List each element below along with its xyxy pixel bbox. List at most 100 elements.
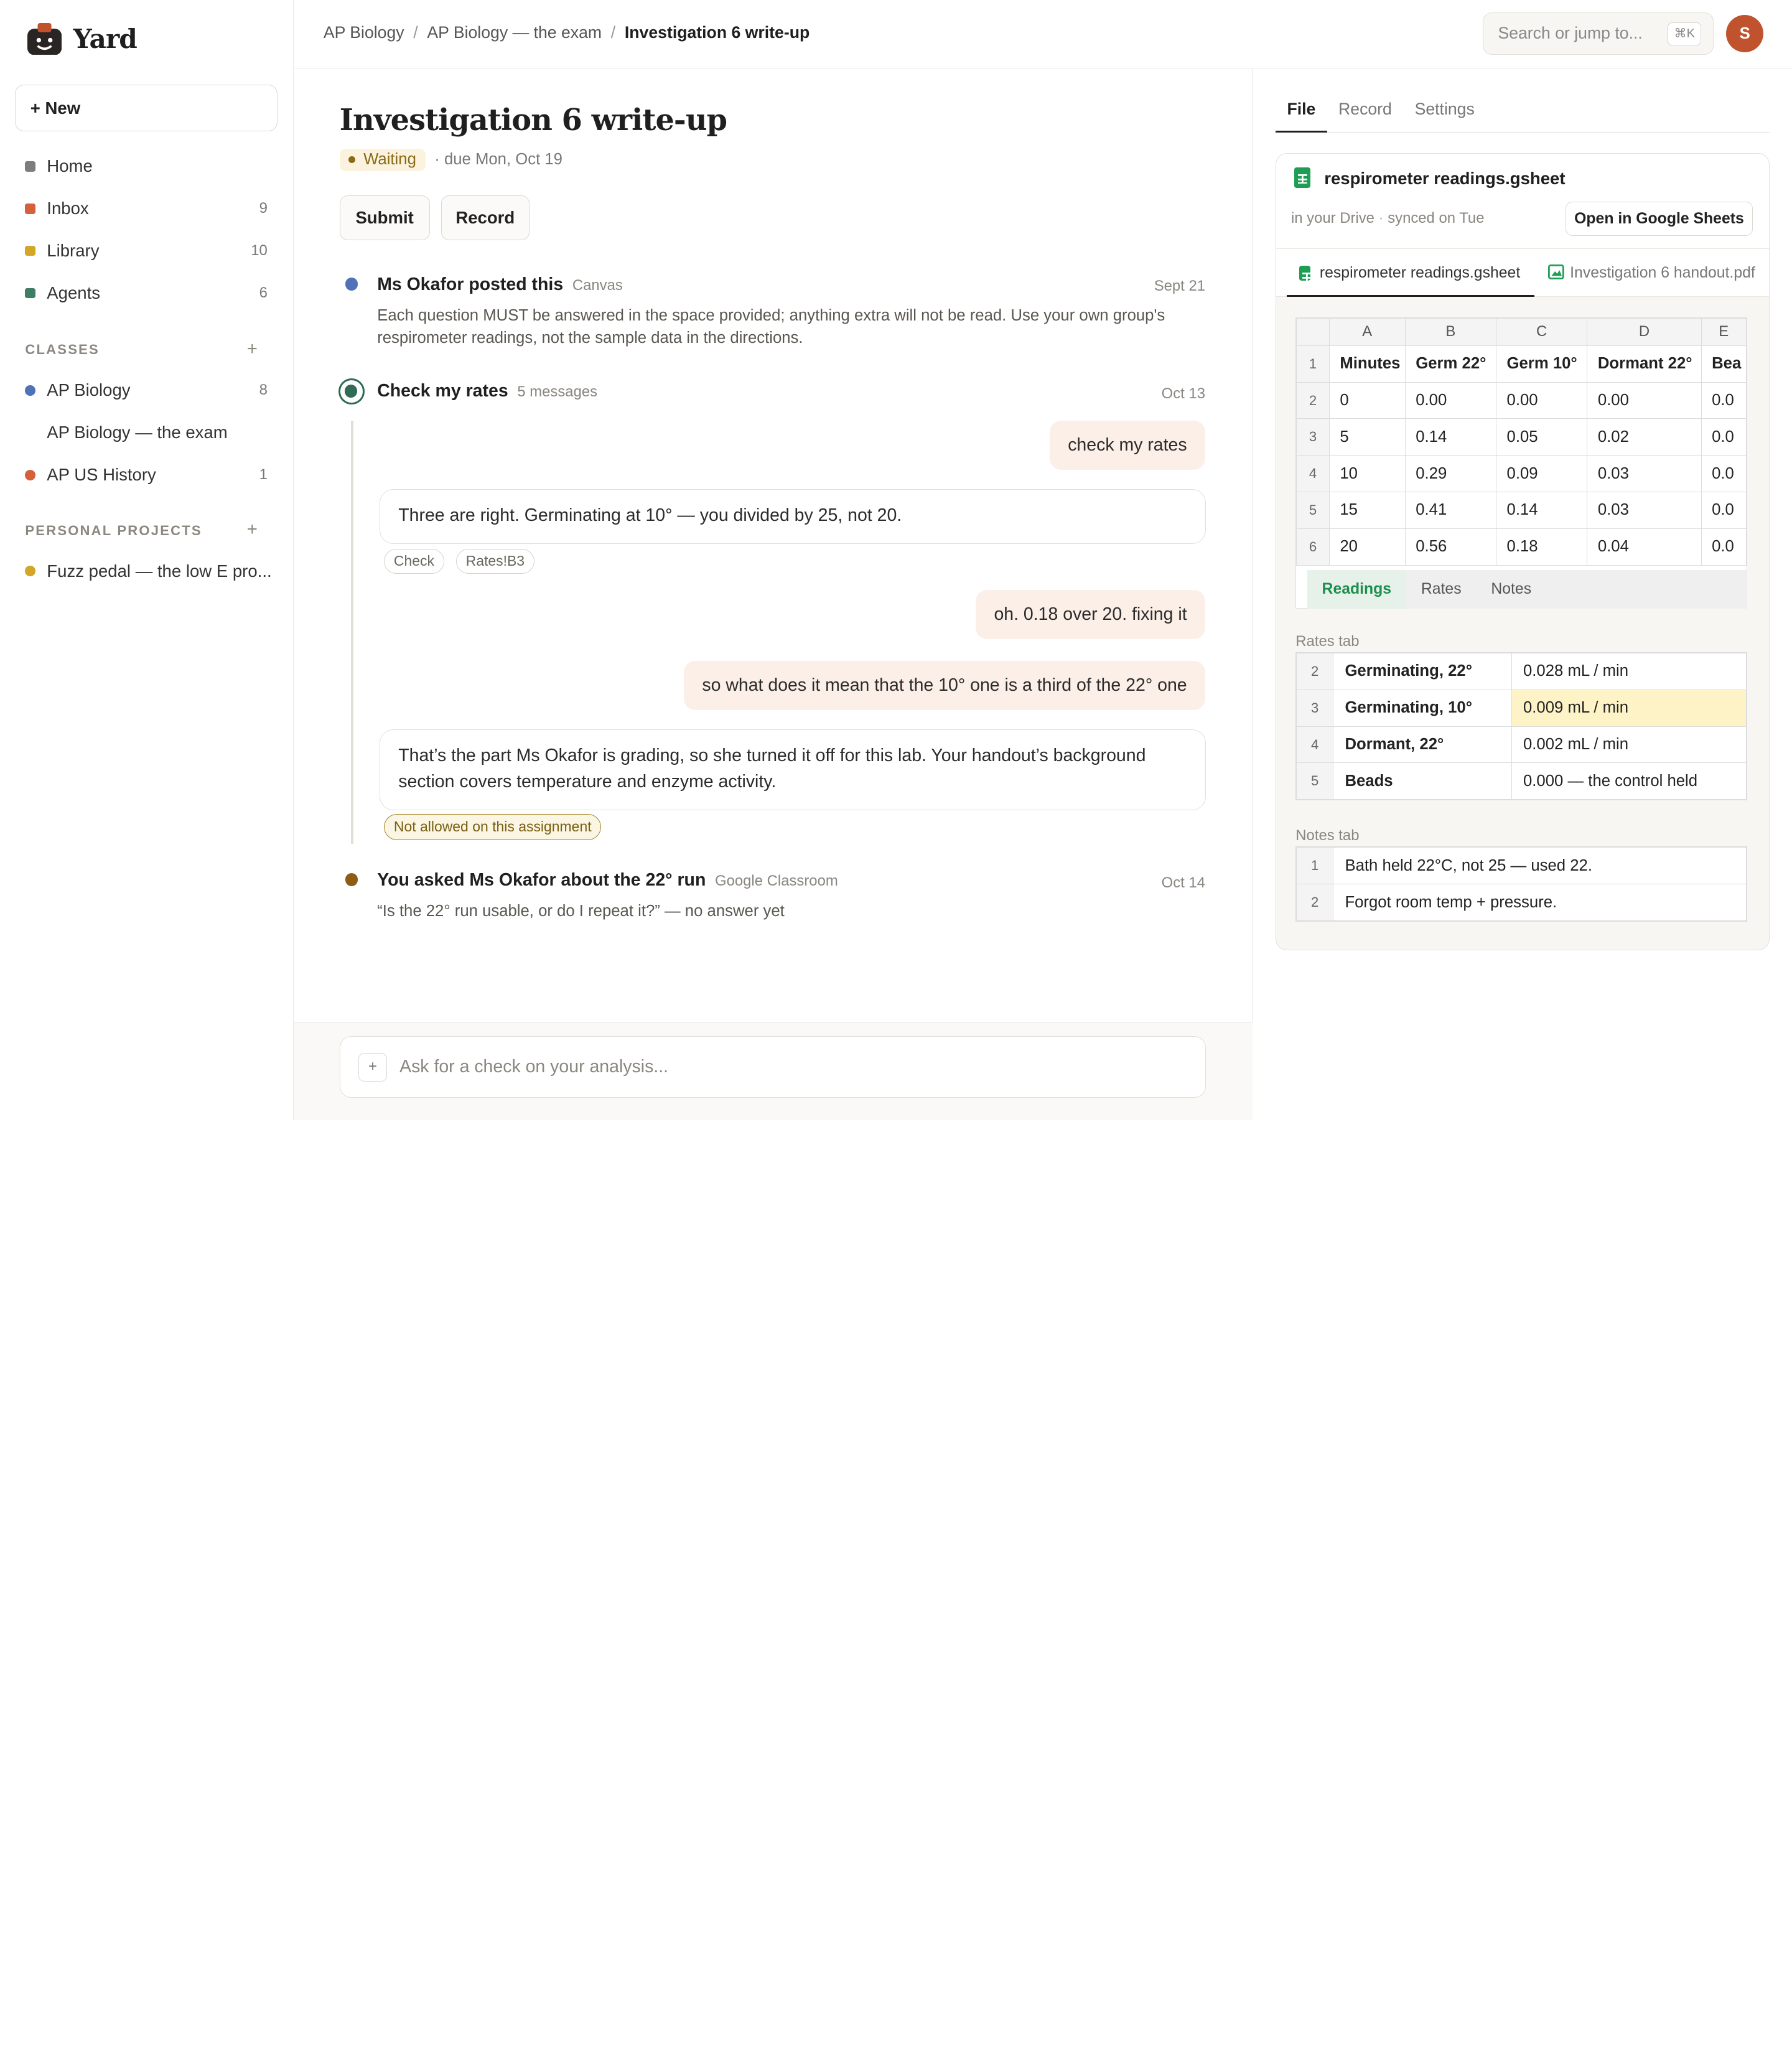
ask-input[interactable]: + Ask for a check on your analysis... <box>339 1036 1206 1098</box>
table-cell[interactable]: 0.03 <box>1587 492 1702 529</box>
project-color-dot-icon <box>25 566 35 576</box>
table-cell[interactable]: 0.29 <box>1404 455 1497 493</box>
table-cell[interactable]: 0.14 <box>1404 418 1497 456</box>
tab-record[interactable]: Record <box>1327 94 1404 133</box>
attach-plus-icon[interactable]: + <box>358 1053 387 1082</box>
chip-cell-reference[interactable]: Rates!B3 <box>455 548 534 574</box>
rates-heading: Rates tab <box>1295 632 1360 650</box>
table-cell[interactable]: 0.00 <box>1404 381 1497 419</box>
thread-meta: 5 messages <box>517 383 598 400</box>
record-button[interactable]: Record <box>441 195 530 240</box>
projects-nav: Fuzz pedal — the low E pro... <box>15 550 278 592</box>
submit-button[interactable]: Submit <box>339 195 430 240</box>
sidebar-item-library[interactable]: Library 10 <box>15 230 278 272</box>
tab-file[interactable]: File <box>1276 94 1327 133</box>
column-header[interactable]: D <box>1587 317 1702 346</box>
table-cell[interactable]: 0.18 <box>1496 528 1588 566</box>
file-location: in your Drive <box>1290 210 1374 227</box>
table-cell[interactable]: 0.02 <box>1587 418 1702 456</box>
event-title: You asked Ms Okafor about the 22° run Goo… <box>377 870 838 891</box>
breadcrumb-item[interactable]: AP Biology <box>324 23 404 42</box>
corner-cell <box>1296 317 1330 346</box>
column-header[interactable]: C <box>1496 317 1588 346</box>
rate-label[interactable]: Dormant, 22° <box>1333 726 1512 764</box>
thread-date: Oct 13 <box>1161 385 1206 403</box>
table-cell[interactable]: 0.09 <box>1496 455 1588 493</box>
table-cell[interactable]: Bea <box>1701 345 1747 383</box>
file-tab-pdf[interactable]: Investigation 6 handout.pdf <box>1546 249 1769 297</box>
new-button[interactable]: + New <box>14 84 278 132</box>
rate-label[interactable]: Germinating, 22° <box>1333 653 1512 690</box>
event-body: Each question MUST be answered in the sp… <box>377 306 1165 347</box>
sidebar-item-ap-biology[interactable]: AP Biology 8 <box>15 369 278 411</box>
add-project-icon[interactable]: + <box>247 519 258 540</box>
table-cell[interactable]: 0.05 <box>1496 418 1588 456</box>
table-cell[interactable]: 0.0 <box>1701 528 1747 566</box>
column-header[interactable]: E <box>1701 317 1747 346</box>
table-cell[interactable]: 0.56 <box>1404 528 1497 566</box>
note-value[interactable]: Forgot room temp + pressure. <box>1333 884 1747 921</box>
table-cell[interactable]: 0.03 <box>1587 455 1702 493</box>
sheet-tab-rates[interactable]: Rates <box>1406 570 1477 609</box>
sidebar-item-label: Home <box>47 156 93 176</box>
right-panel: File Record Settings respirometer readin… <box>1254 68 1792 1120</box>
table-cell[interactable]: Minutes <box>1328 345 1406 383</box>
table-cell[interactable]: 20 <box>1328 528 1406 566</box>
classes-heading: CLASSES <box>25 342 100 358</box>
rate-label[interactable]: Beads <box>1333 762 1512 800</box>
sidebar-item-home[interactable]: Home <box>15 145 278 187</box>
add-class-icon[interactable]: + <box>247 339 258 360</box>
sheet-tab-readings[interactable]: Readings <box>1307 569 1406 609</box>
event-dot-icon <box>345 278 358 291</box>
table-cell[interactable]: 0.0 <box>1701 492 1747 529</box>
rate-value[interactable]: 0.000 — the control held <box>1511 762 1747 800</box>
table-cell[interactable]: 0 <box>1328 381 1406 419</box>
table-cell[interactable]: 15 <box>1328 492 1406 529</box>
breadcrumb: AP Biology / AP Biology — the exam / Inv… <box>324 23 810 42</box>
table-cell[interactable]: 0.0 <box>1701 418 1747 456</box>
column-header[interactable]: A <box>1328 317 1406 346</box>
open-in-google-sheets-button[interactable]: Open in Google Sheets <box>1565 202 1753 236</box>
rate-value[interactable]: 0.009 mL / min <box>1511 689 1747 727</box>
image-file-icon <box>1548 264 1564 280</box>
table-cell[interactable]: 5 <box>1328 418 1406 456</box>
sidebar-item-fuzz-pedal[interactable]: Fuzz pedal — the low E pro... <box>15 550 278 592</box>
tab-settings[interactable]: Settings <box>1403 94 1486 133</box>
status-label: Waiting <box>363 151 416 169</box>
table-cell[interactable]: 10 <box>1328 455 1406 493</box>
logo[interactable]: Yard <box>27 22 138 55</box>
table-cell[interactable]: 0.41 <box>1404 492 1497 529</box>
breadcrumb-item[interactable]: AP Biology — the exam <box>427 23 602 42</box>
spreadsheet-grid: A B C D E 1 Minutes Germ 22° Germ 10° Do… <box>1296 317 1747 566</box>
search-placeholder: Search or jump to... <box>1498 24 1643 43</box>
search-input[interactable]: Search or jump to... ⌘K <box>1482 12 1714 55</box>
rate-label[interactable]: Germinating, 10° <box>1333 689 1512 727</box>
rate-value[interactable]: 0.028 mL / min <box>1511 653 1747 690</box>
assistant-message: Three are right. Germinating at 10° — yo… <box>379 489 1206 545</box>
note-value[interactable]: Bath held 22°C, not 25 — used 22. <box>1333 847 1747 885</box>
sidebar-item-ap-us-history[interactable]: AP US History 1 <box>15 454 278 496</box>
avatar[interactable]: S <box>1725 14 1764 53</box>
file-tab-sheet[interactable]: respirometer readings.gsheet <box>1286 249 1535 297</box>
chip-check[interactable]: Check <box>384 548 444 574</box>
thread-title[interactable]: Check my rates 5 messages <box>377 381 597 401</box>
table-cell[interactable]: 0.14 <box>1496 492 1588 529</box>
table-cell[interactable]: Germ 22° <box>1404 345 1497 383</box>
user-message: oh. 0.18 over 20. fixing it <box>976 589 1206 639</box>
column-header[interactable]: B <box>1404 317 1497 346</box>
table-cell[interactable]: 0.04 <box>1587 528 1702 566</box>
table-cell[interactable]: 0.00 <box>1587 381 1702 419</box>
sheet-tab-notes[interactable]: Notes <box>1476 570 1546 609</box>
sidebar-item-ap-biology-exam[interactable]: AP Biology — the exam <box>15 411 278 454</box>
table-cell[interactable]: 0.0 <box>1701 455 1747 493</box>
row-header: 4 <box>1296 726 1334 764</box>
row-header: 6 <box>1296 528 1330 566</box>
sidebar-item-agents[interactable]: Agents 6 <box>15 272 278 314</box>
sidebar-item-inbox[interactable]: Inbox 9 <box>15 187 278 230</box>
table-cell[interactable]: Germ 10° <box>1496 345 1588 383</box>
row-header: 5 <box>1296 492 1330 529</box>
rate-value[interactable]: 0.002 mL / min <box>1511 726 1747 764</box>
table-cell[interactable]: 0.0 <box>1701 381 1747 419</box>
table-cell[interactable]: 0.00 <box>1496 381 1588 419</box>
table-cell[interactable]: Dormant 22° <box>1587 345 1702 383</box>
